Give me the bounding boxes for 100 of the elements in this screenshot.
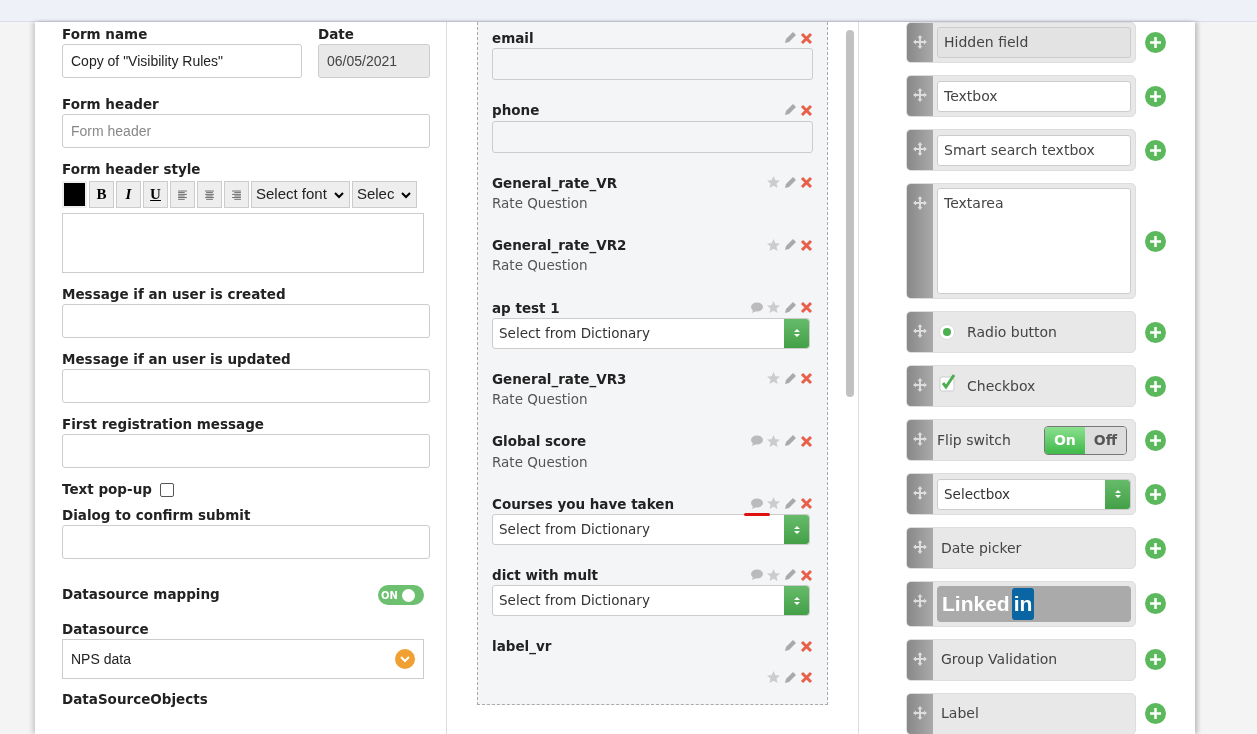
message-field[interactable]	[62, 304, 430, 338]
move-icon	[913, 540, 927, 554]
add-icon[interactable]	[1145, 230, 1166, 252]
palette-item[interactable]: Textbox	[906, 75, 1136, 117]
field-label: Message if an user is updated	[62, 351, 292, 367]
field-name: Global score	[492, 432, 587, 452]
palette-item[interactable]: Flip switch On Off	[906, 419, 1136, 461]
field-name: General_rate_VR3	[492, 369, 627, 389]
delete-icon[interactable]	[800, 301, 813, 315]
field-label: Text pop-up	[62, 481, 152, 497]
field-name: Courses you have taken	[492, 494, 675, 514]
field-label: Datasource mapping	[62, 586, 220, 602]
palette-item[interactable]: Textarea	[906, 183, 1136, 299]
field-name: label_vr	[492, 637, 552, 657]
updown-icon	[792, 523, 801, 536]
popup-checkbox[interactable]	[159, 483, 174, 497]
delete-icon[interactable]	[800, 103, 813, 117]
delete-icon[interactable]	[800, 372, 813, 386]
palette-item[interactable]: Selectbox	[906, 473, 1136, 515]
field-type: Rate Question	[492, 193, 589, 213]
size-select[interactable]: Selec	[351, 181, 418, 208]
field-type: Rate Question	[492, 452, 589, 472]
edit-icon[interactable]	[783, 496, 797, 511]
message-field[interactable]	[62, 434, 430, 468]
scrollbar-thumb[interactable]	[846, 30, 854, 397]
field-label: Dialog to confirm submit	[62, 507, 252, 523]
move-icon	[913, 378, 927, 392]
delete-icon[interactable]	[800, 497, 813, 511]
delete-icon[interactable]	[800, 434, 813, 448]
updown-icon	[1113, 488, 1122, 500]
palette-item[interactable]: Linked in	[906, 581, 1136, 627]
palette-item[interactable]: Checkbox	[906, 365, 1136, 407]
field-name: General_rate_VR	[492, 173, 618, 193]
add-icon[interactable]	[1145, 593, 1166, 615]
move-icon	[913, 705, 927, 720]
edit-icon[interactable]	[783, 670, 797, 685]
header-style-editor[interactable]	[62, 213, 424, 273]
dictionary-select[interactable]: Select from Dictionary	[492, 585, 810, 617]
delete-icon[interactable]	[800, 31, 813, 45]
flip-switch[interactable]: On Off	[1043, 425, 1127, 455]
edit-icon[interactable]	[783, 31, 797, 46]
add-icon[interactable]	[1145, 483, 1166, 505]
dictionary-select[interactable]: Select from Dictionary	[492, 514, 810, 545]
color-swatch[interactable]	[62, 181, 87, 208]
edit-icon[interactable]	[783, 300, 797, 315]
field-name: dict with mult	[492, 566, 599, 585]
form-name-field[interactable]: Copy of "Visibility Rules"	[62, 44, 302, 78]
palette-item[interactable]: Label	[906, 692, 1136, 734]
datasource-select[interactable]: NPS data	[62, 639, 424, 679]
move-icon	[913, 88, 927, 102]
field-label: Datasource	[62, 621, 150, 637]
delete-icon[interactable]	[800, 639, 813, 653]
bold-button[interactable]: B	[89, 181, 114, 208]
delete-icon[interactable]	[800, 568, 813, 582]
move-icon	[913, 486, 927, 500]
field-name: email	[492, 29, 534, 48]
move-icon	[913, 196, 927, 210]
add-icon[interactable]	[1145, 537, 1166, 559]
add-icon[interactable]	[1145, 375, 1166, 397]
move-icon	[913, 35, 927, 49]
add-icon[interactable]	[1145, 321, 1166, 343]
form-header-field[interactable]: Form header	[62, 114, 430, 148]
add-icon[interactable]	[1145, 429, 1166, 451]
edit-icon[interactable]	[783, 238, 797, 253]
palette-item[interactable]: Group Validation	[906, 638, 1136, 681]
underline-button[interactable]: U	[143, 181, 168, 208]
edit-icon[interactable]	[783, 639, 797, 654]
dictionary-select[interactable]: Select from Dictionary	[492, 317, 810, 349]
dialog-field[interactable]	[62, 525, 430, 559]
add-icon[interactable]	[1145, 703, 1166, 724]
delete-icon[interactable]	[800, 238, 813, 252]
field-label: DataSourceObjects	[62, 691, 209, 707]
delete-icon[interactable]	[800, 176, 813, 190]
updown-icon	[792, 327, 801, 340]
message-field[interactable]	[62, 369, 430, 403]
add-icon[interactable]	[1145, 85, 1166, 107]
font-select[interactable]: Select font	[251, 181, 350, 208]
palette-item[interactable]: Radio button	[906, 311, 1136, 353]
field-label: Form name	[62, 26, 149, 42]
add-icon[interactable]	[1145, 649, 1166, 670]
field-label: Form header style	[62, 161, 202, 177]
palette-item[interactable]: Hidden field	[906, 22, 1136, 63]
edit-icon[interactable]	[783, 434, 797, 449]
edit-icon[interactable]	[783, 175, 797, 190]
italic-button[interactable]: I	[116, 181, 141, 208]
checkbox-icon[interactable]	[939, 374, 957, 392]
edit-icon[interactable]	[783, 371, 797, 386]
edit-icon[interactable]	[783, 568, 797, 583]
chevron-down-icon	[395, 649, 415, 669]
edit-icon[interactable]	[783, 103, 797, 118]
delete-icon[interactable]	[800, 671, 813, 684]
radio-button[interactable]	[939, 324, 955, 340]
add-icon[interactable]	[1145, 32, 1166, 53]
palette-item[interactable]: Date picker	[906, 527, 1136, 569]
palette-item[interactable]: Smart search textbox	[906, 129, 1136, 171]
add-icon[interactable]	[1145, 139, 1166, 161]
field-label: Form header	[62, 96, 160, 112]
move-icon	[913, 324, 927, 338]
chevron-icon	[400, 189, 413, 200]
field-name: ap test 1	[492, 298, 560, 318]
